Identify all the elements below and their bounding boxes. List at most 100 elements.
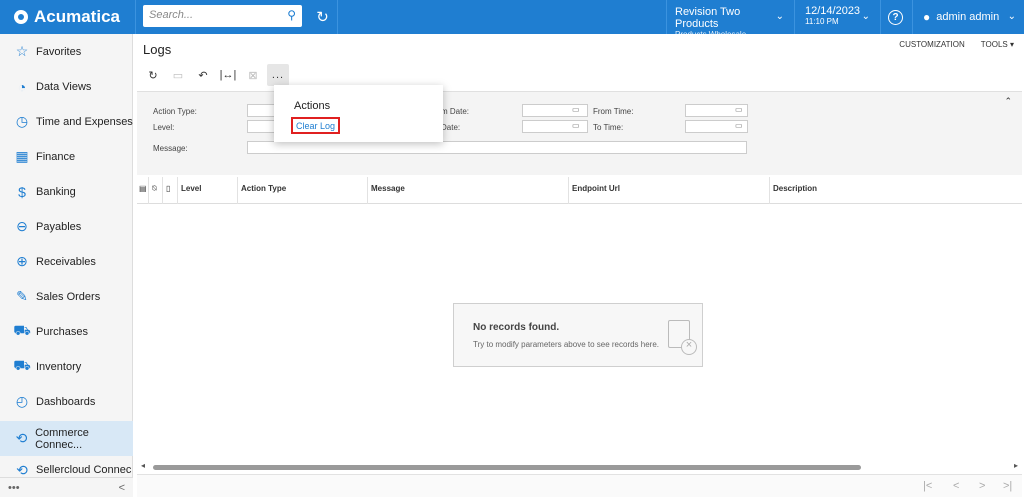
collapse-filter-icon[interactable]: ⌃ [1004, 96, 1012, 107]
main-content: Logs CUSTOMIZATION TOOLS ▾ ↻ ▭ ↶ |↔| ⊠ .… [134, 34, 1024, 497]
actions-dropdown: Actions Clear Log [274, 85, 443, 142]
first-page-icon[interactable]: |< [923, 480, 932, 492]
pencil-square-icon: ✎ [16, 288, 28, 304]
scroll-right-icon[interactable]: ▸ [1014, 461, 1018, 470]
empty-state: No records found. Try to modify paramete… [453, 303, 703, 367]
message-field[interactable] [247, 141, 747, 154]
cart-icon: ⛟ [13, 322, 31, 338]
empty-title: No records found. [473, 322, 560, 333]
column-header-message[interactable]: Message [371, 184, 405, 193]
truck-icon: ⛟ [13, 357, 31, 373]
next-page-icon[interactable]: > [979, 480, 985, 492]
sidebar-item-banking[interactable]: $ Banking [0, 174, 133, 209]
top-bar: Acumatica Search... ⚲ ↻ Revision Two Pro… [0, 0, 1024, 39]
user-icon: ● [923, 10, 931, 24]
files-column-icon[interactable]: ▤ [139, 184, 147, 193]
user-menu[interactable]: ● admin admin ⌄ [912, 0, 1024, 34]
star-icon: ☆ [15, 43, 29, 59]
to-time-label: To Time: [593, 123, 624, 132]
minus-circle-icon: ⊖ [16, 218, 28, 234]
plus-circle-icon: ⊕ [16, 253, 28, 269]
history-icon: ↻ [316, 9, 329, 26]
search-input[interactable]: Search... ⚲ [143, 5, 302, 27]
company-selector[interactable]: Revision Two Products Products Wholesale… [666, 0, 792, 39]
save-button[interactable]: ▭ [167, 64, 189, 86]
business-time: 11:10 PM [805, 17, 839, 26]
help-button[interactable]: ? [880, 0, 910, 34]
gauge-icon: ◴ [15, 393, 29, 409]
clock-icon[interactable]: ▭ [735, 121, 743, 130]
sync-icon: ⟲ [15, 430, 28, 446]
sidebar-item-favorites[interactable]: ☆ Favorites [0, 34, 133, 69]
sidebar-item-dashboards[interactable]: ◴ Dashboards [0, 384, 133, 419]
sidebar-item-data-views[interactable]: ◔ Data Views [0, 69, 133, 104]
sidebar-item-inventory[interactable]: ⛟ Inventory [0, 349, 133, 384]
app-logo[interactable]: Acumatica [0, 0, 136, 34]
scrollbar-thumb[interactable] [153, 465, 861, 470]
acumatica-logo-icon [14, 10, 28, 24]
chevron-down-icon: ⌄ [775, 11, 784, 22]
user-name: admin admin [936, 11, 1000, 23]
sidebar-item-payables[interactable]: ⊖ Payables [0, 209, 133, 244]
empty-hint: Try to modify parameters above to see re… [473, 340, 660, 349]
calendar-icon[interactable]: ▭ [572, 121, 580, 130]
history-button[interactable]: ↻ [308, 0, 338, 34]
more-icon[interactable]: ••• [8, 482, 20, 494]
sidebar-footer: ••• < [0, 477, 133, 497]
previous-page-icon[interactable]: < [953, 480, 959, 492]
chevron-down-icon: ⌄ [861, 11, 870, 22]
from-date-label: m Date: [441, 107, 470, 116]
sidebar-item-label: Banking [36, 185, 76, 198]
last-page-icon[interactable]: >| [1003, 480, 1012, 492]
notes-column-icon[interactable]: ▯ [166, 184, 170, 193]
action-type-label: Action Type: [153, 107, 197, 116]
from-time-label: From Time: [593, 107, 634, 116]
action-type-field[interactable] [247, 104, 277, 117]
export-excel-button[interactable]: ⊠ [242, 64, 264, 86]
sidebar-item-purchases[interactable]: ⛟ Purchases [0, 314, 133, 349]
toolbar: ↻ ▭ ↶ |↔| ⊠ ... [142, 64, 292, 86]
column-header-level[interactable]: Level [181, 184, 201, 193]
sidebar-item-label: Data Views [36, 80, 92, 93]
customization-button[interactable]: CUSTOMIZATION [899, 40, 964, 49]
search-icon[interactable]: ⚲ [287, 8, 296, 22]
tools-button[interactable]: TOOLS ▾ [981, 40, 1014, 49]
page-title: Logs [143, 42, 172, 57]
level-label: Level: [153, 123, 175, 132]
business-date-selector[interactable]: 12/14/2023 11:10 PM ⌄ [794, 0, 878, 34]
column-header-action-type[interactable]: Action Type [241, 184, 286, 193]
sidebar-item-label: Sales Orders [36, 290, 101, 303]
chevron-down-icon: ⌄ [1007, 11, 1016, 22]
business-date: 12/14/2023 [805, 5, 861, 17]
collapse-sidebar-icon[interactable]: < [119, 482, 125, 494]
pager: |< < > >| [137, 474, 1022, 497]
fit-to-screen-button[interactable]: |↔| [217, 64, 239, 86]
sidebar-item-finance[interactable]: ▦ Finance [0, 139, 133, 174]
sidebar-item-commerce-connector[interactable]: ⟲ Commerce Connec... [0, 421, 133, 456]
undo-button[interactable]: ↶ [192, 64, 214, 86]
calendar-icon[interactable]: ▭ [572, 105, 580, 114]
calculator-icon: ▦ [15, 148, 29, 164]
filter-panel: Action Type: Level: Message: m Date: ▭ D… [137, 91, 1022, 175]
attachment-column-icon[interactable]: ⍉ [152, 184, 157, 194]
more-actions-button[interactable]: ... [267, 64, 289, 86]
clock-icon[interactable]: ▭ [735, 105, 743, 114]
column-header-description[interactable]: Description [773, 184, 817, 193]
no-records-icon [668, 320, 697, 355]
sidebar-item-sales-orders[interactable]: ✎ Sales Orders [0, 279, 133, 314]
message-label: Message: [153, 144, 188, 153]
horizontal-scrollbar[interactable]: ◂ ▸ [137, 461, 1022, 473]
refresh-button[interactable]: ↻ [142, 64, 164, 86]
scroll-left-icon[interactable]: ◂ [141, 461, 145, 470]
sidebar-item-label: Dashboards [36, 395, 96, 408]
clear-log-menu-item[interactable]: Clear Log [291, 117, 341, 134]
sidebar-item-time-and-expenses[interactable]: ◷ Time and Expenses [0, 104, 133, 139]
page-top-links: CUSTOMIZATION TOOLS ▾ [899, 40, 1014, 49]
level-field[interactable] [247, 120, 277, 133]
sidebar-item-label: Commerce Connec... [35, 426, 89, 451]
app-name: Acumatica [34, 7, 120, 26]
sidebar-item-receivables[interactable]: ⊕ Receivables [0, 244, 133, 279]
search-placeholder: Search... [149, 9, 194, 21]
sync-icon: ⟲ [16, 461, 28, 478]
column-header-endpoint-url[interactable]: Endpoint Url [572, 184, 620, 193]
